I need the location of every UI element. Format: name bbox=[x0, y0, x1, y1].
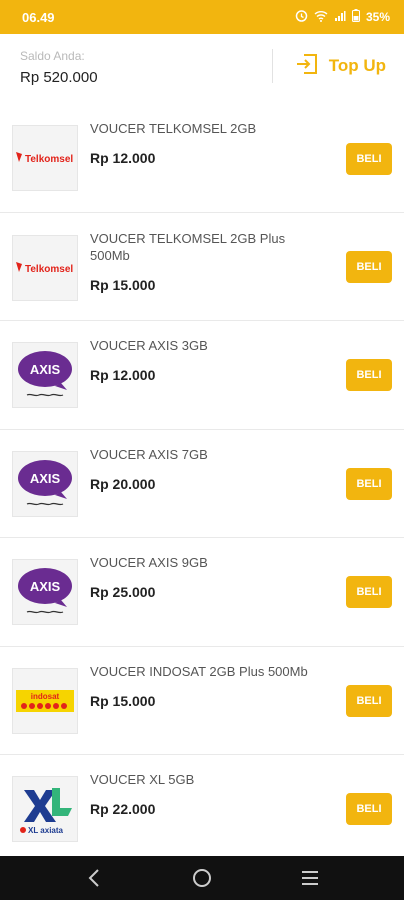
axis-logo: AXIS bbox=[12, 559, 78, 625]
alarm-icon bbox=[295, 9, 308, 25]
axis-logo: AXIS bbox=[12, 342, 78, 408]
login-icon bbox=[295, 53, 319, 80]
list-item[interactable]: Telkomsel VOUCER TELKOMSEL 2GB Plus 500M… bbox=[0, 213, 404, 321]
xl-logo: XL axiata bbox=[12, 776, 78, 842]
svg-text:AXIS: AXIS bbox=[30, 471, 61, 486]
voucher-name: VOUCER AXIS 3GB bbox=[90, 338, 208, 353]
navigation-bar bbox=[0, 856, 404, 900]
wifi-icon bbox=[314, 10, 328, 25]
voucher-price: Rp 12.000 bbox=[90, 367, 156, 383]
back-button[interactable] bbox=[79, 863, 109, 893]
list-item[interactable]: AXIS VOUCER AXIS 9GB Rp 25.000 BELI bbox=[0, 538, 404, 647]
voucher-price: Rp 15.000 bbox=[90, 276, 156, 293]
status-time: 06.49 bbox=[22, 9, 55, 25]
voucher-name: VOUCER XL 5GB bbox=[90, 772, 195, 787]
balance-header: Saldo Anda: Rp 520.000 Top Up bbox=[0, 34, 404, 98]
buy-button[interactable]: BELI bbox=[346, 576, 392, 608]
balance-label: Saldo Anda: bbox=[20, 48, 85, 63]
balance-section: Saldo Anda: Rp 520.000 bbox=[0, 47, 272, 86]
buy-button[interactable]: BELI bbox=[346, 143, 392, 175]
battery-icon bbox=[351, 9, 360, 25]
telkomsel-logo: Telkomsel bbox=[12, 234, 78, 301]
voucher-price: Rp 20.000 bbox=[90, 475, 156, 492]
home-icon bbox=[193, 869, 211, 887]
status-icons: 35% bbox=[295, 9, 390, 25]
signal-icon bbox=[334, 10, 346, 25]
svg-text:AXIS: AXIS bbox=[30, 579, 61, 594]
buy-button[interactable]: BELI bbox=[346, 467, 392, 500]
buy-button[interactable]: BELI bbox=[346, 684, 392, 717]
voucher-price: Rp 25.000 bbox=[90, 584, 156, 600]
voucher-name: VOUCER TELKOMSEL 2GB bbox=[90, 121, 257, 136]
svg-text:Telkomsel: Telkomsel bbox=[25, 154, 73, 165]
voucher-name: VOUCER TELKOMSEL 2GB Plus 500Mb bbox=[90, 230, 286, 263]
back-icon bbox=[88, 869, 99, 887]
voucher-price: Rp 22.000 bbox=[90, 801, 156, 817]
list-item[interactable]: XL axiata VOUCER XL 5GB Rp 22.000 BELI bbox=[0, 755, 404, 864]
svg-text:Telkomsel: Telkomsel bbox=[25, 264, 73, 275]
list-item[interactable]: AXIS VOUCER AXIS 3GB Rp 12.000 BELI bbox=[0, 321, 404, 430]
axis-logo: AXIS bbox=[12, 450, 78, 517]
buy-button[interactable]: BELI bbox=[346, 793, 392, 825]
voucher-name: VOUCER INDOSAT 2GB Plus 500Mb bbox=[90, 663, 308, 679]
svg-text:indosat: indosat bbox=[31, 692, 60, 701]
voucher-price: Rp 12.000 bbox=[90, 150, 156, 166]
header-divider bbox=[271, 49, 273, 83]
status-bar: 06.49 35% bbox=[0, 0, 404, 34]
topup-label: Top Up bbox=[328, 56, 386, 75]
recents-button[interactable] bbox=[295, 863, 325, 893]
list-item[interactable]: AXIS VOUCER AXIS 7GB Rp 20.000 BELI bbox=[0, 430, 404, 538]
buy-button[interactable]: BELI bbox=[346, 250, 392, 283]
buy-button[interactable]: BELI bbox=[346, 359, 392, 391]
voucher-list: Telkomsel VOUCER TELKOMSEL 2GB Rp 12.000… bbox=[0, 104, 404, 864]
voucher-name: VOUCER AXIS 9GB bbox=[90, 555, 208, 570]
menu-icon bbox=[302, 871, 318, 885]
list-item[interactable]: indosat VOUCER INDOSAT 2GB Plus 500Mb Rp… bbox=[0, 647, 404, 755]
home-button[interactable] bbox=[187, 863, 217, 893]
topup-button[interactable]: Top Up bbox=[295, 53, 404, 80]
telkomsel-logo: Telkomsel bbox=[12, 125, 78, 191]
battery-percent: 35% bbox=[365, 10, 390, 24]
voucher-price: Rp 15.000 bbox=[90, 692, 156, 709]
list-item[interactable]: Telkomsel VOUCER TELKOMSEL 2GB Rp 12.000… bbox=[0, 104, 404, 213]
svg-text:AXIS: AXIS bbox=[30, 362, 61, 377]
voucher-name: VOUCER AXIS 7GB bbox=[90, 446, 208, 462]
indosat-logo: indosat bbox=[12, 667, 78, 734]
svg-text:XL axiata: XL axiata bbox=[28, 826, 64, 835]
balance-value: Rp 520.000 bbox=[20, 68, 98, 86]
